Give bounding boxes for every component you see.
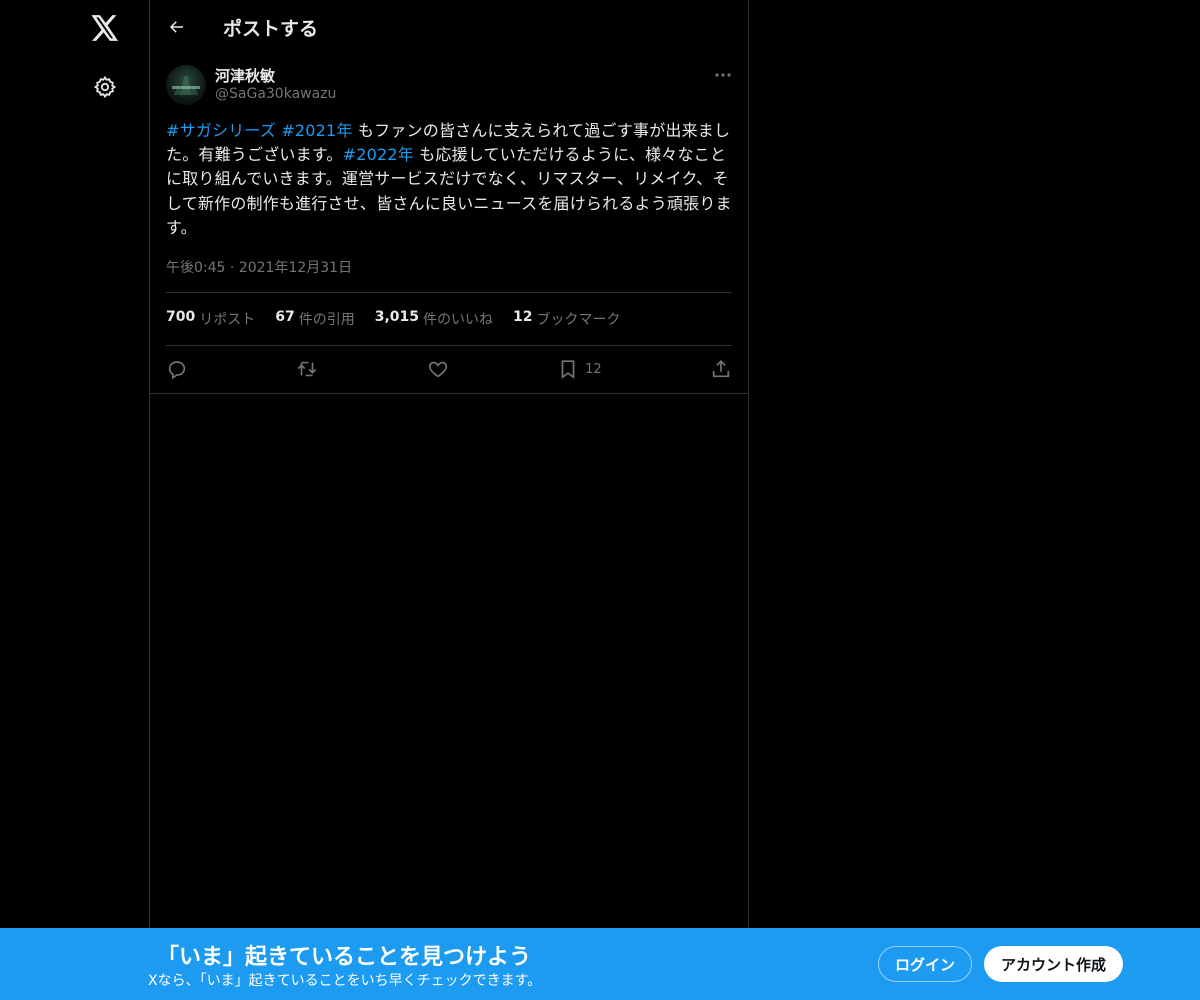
stat-likes[interactable]: 3,015 件のいいね [375, 309, 493, 329]
post-stats: 700 リポスト 67 件の引用 3,015 件のいいね 12 ブックマーク [166, 293, 732, 345]
avatar[interactable] [166, 65, 206, 105]
stat-number: 3,015 [374, 309, 420, 325]
x-logo-icon[interactable] [80, 6, 130, 50]
author-handle[interactable]: @SaGa30kawazu [215, 86, 336, 102]
banner-title: 「いま」起きていることを見つけよう [157, 945, 532, 970]
post-time[interactable]: 午後0:45 [166, 260, 225, 276]
reply-button[interactable] [166, 358, 188, 380]
stat-number: 700 [166, 309, 196, 325]
stat-quotes[interactable]: 67 件の引用 [275, 309, 354, 329]
repost-icon [298, 361, 317, 377]
signup-button[interactable]: アカウント作成 [984, 946, 1123, 982]
hashtag-link[interactable]: #サガシリーズ [166, 121, 276, 140]
login-button[interactable]: ログイン [878, 946, 972, 982]
like-button[interactable] [427, 358, 449, 380]
post-date[interactable]: 2021年12月31日 [239, 260, 352, 276]
bookmark-button[interactable]: 12 [557, 358, 602, 380]
main-column: ポストする 河津秋敏 @SaGa30kawazu #サガシリーズ #2021年 … [149, 0, 749, 1000]
bookmark-count: 12 [585, 361, 602, 377]
post: 河津秋敏 @SaGa30kawazu #サガシリーズ #2021年 もファンの皆… [150, 53, 748, 394]
back-button[interactable] [160, 10, 194, 44]
hashtag-link[interactable]: #2022年 [343, 145, 414, 164]
share-icon [712, 360, 730, 378]
signup-banner: 「いま」起きていることを見つけよう Xなら、「いま」起きていることをいち早くチェ… [0, 928, 1200, 1000]
more-icon[interactable] [710, 65, 736, 85]
time-separator: · [229, 260, 235, 276]
bookmark-icon [561, 360, 575, 379]
gear-icon[interactable] [80, 64, 130, 110]
post-text: #サガシリーズ #2021年 もファンの皆さんに支えられて過ごす事が出来ました。… [166, 119, 732, 240]
left-nav [0, 0, 150, 1000]
author-name[interactable]: 河津秋敏 [215, 65, 275, 86]
repost-button[interactable] [296, 358, 318, 380]
stat-label: リポスト [199, 312, 256, 328]
stat-number: 67 [275, 309, 295, 325]
post-timestamp: 午後0:45 · 2021年12月31日 [166, 257, 352, 277]
stat-label: 件のいいね [423, 312, 494, 328]
stat-label: ブックマーク [536, 312, 621, 328]
banner-subtitle: Xなら、「いま」起きていることをいち早くチェックできます。 [148, 973, 542, 989]
reply-icon [168, 361, 186, 380]
stat-reposts[interactable]: 700 リポスト [166, 309, 255, 329]
like-icon [428, 361, 447, 378]
post-actions: 12 [166, 346, 732, 392]
stat-label: 件の引用 [298, 312, 355, 328]
page-title: ポストする [223, 18, 319, 40]
hashtag-link[interactable]: #2021年 [281, 121, 352, 140]
page-header: ポストする [150, 0, 748, 53]
stat-number: 12 [513, 309, 533, 325]
back-arrow-icon [169, 21, 183, 33]
share-button[interactable] [710, 358, 732, 380]
stat-bookmarks[interactable]: 12 ブックマーク [513, 309, 620, 329]
